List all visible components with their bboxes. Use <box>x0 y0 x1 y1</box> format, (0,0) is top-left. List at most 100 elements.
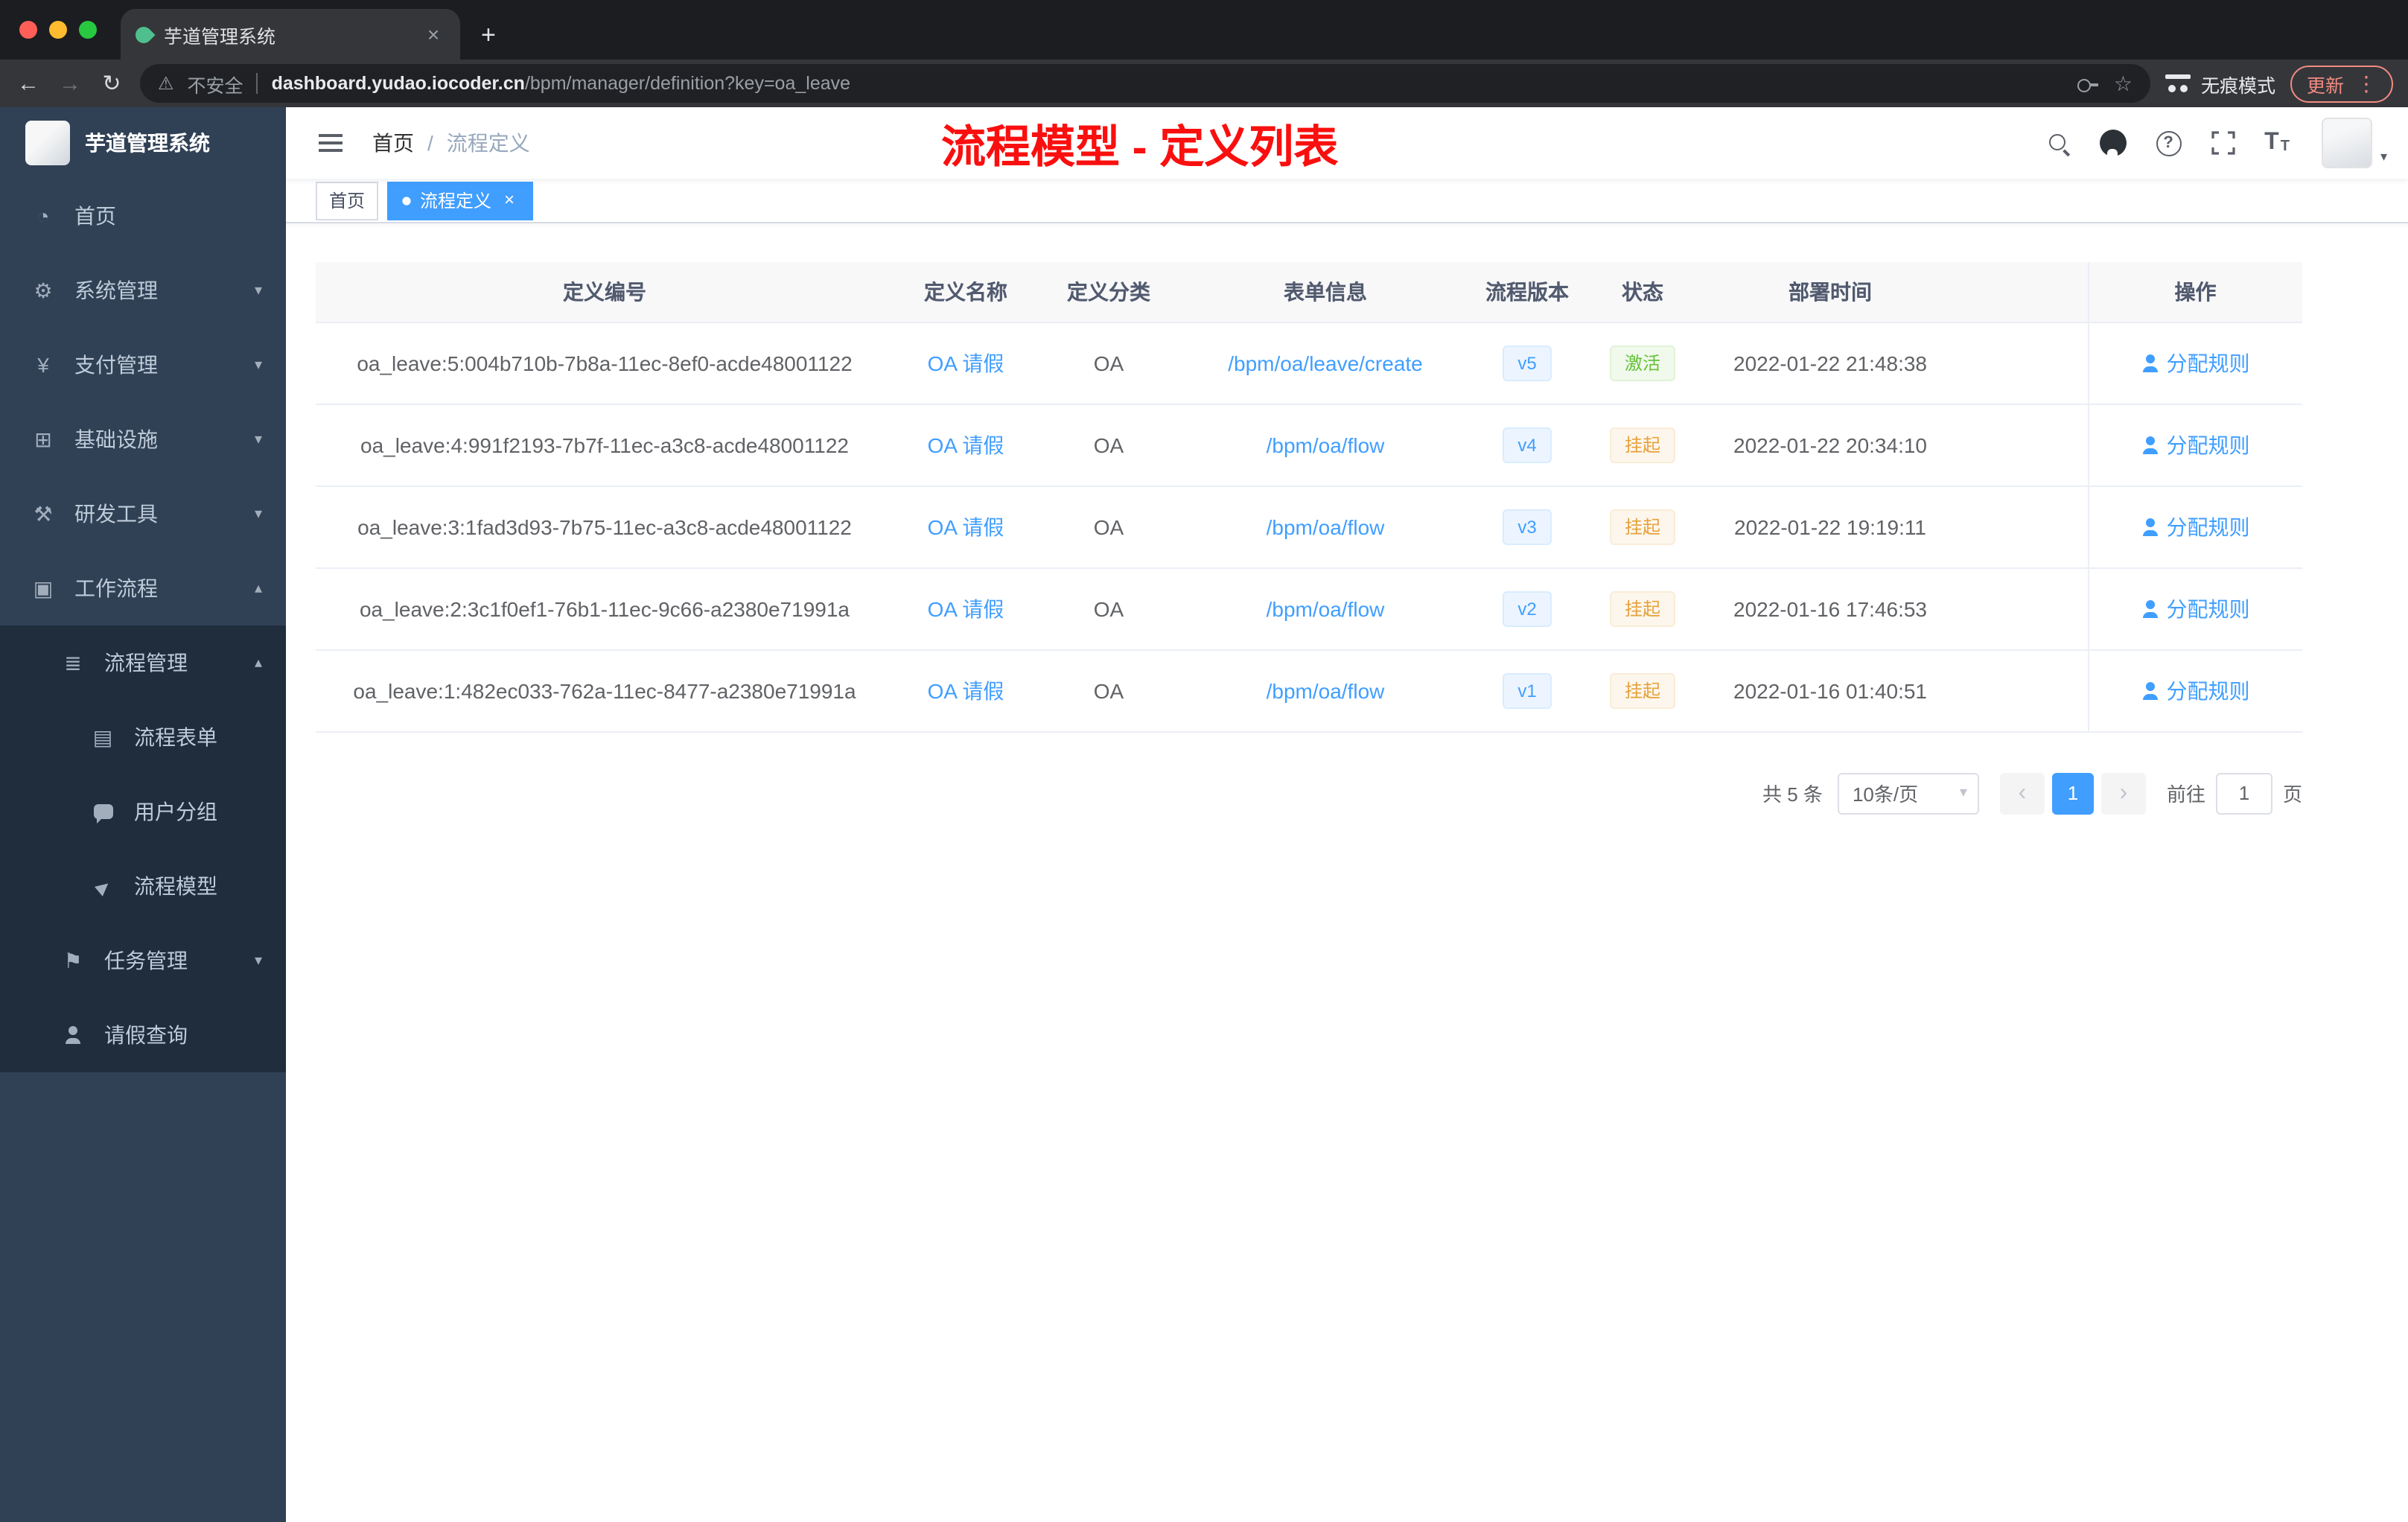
assign-rule-link[interactable]: 分配规则 <box>2141 593 2250 623</box>
form-link[interactable]: /bpm/oa/flow <box>1267 433 1385 456</box>
person-icon <box>64 1026 82 1044</box>
address-bar[interactable]: 不安全 dashboard.yudao.iocoder.cn/bpm/manag… <box>140 64 2150 103</box>
tab-favicon <box>132 22 156 46</box>
sidebar-item-system[interactable]: ⚙ 系统管理 ▾ <box>0 253 286 328</box>
page-number-1[interactable]: 1 <box>2051 772 2094 814</box>
definition-name-link[interactable]: OA 请假 <box>928 348 1004 378</box>
sidebar-logo: 芋道管理系统 <box>0 107 286 179</box>
sidebar-item-process-form[interactable]: ▤ 流程表单 <box>0 700 286 774</box>
cell-id: oa_leave:4:991f2193-7b7f-11ec-a3c8-acde4… <box>316 404 894 486</box>
definition-name-link[interactable]: OA 请假 <box>928 675 1004 705</box>
workflow-icon: ▣ <box>33 576 54 599</box>
breadcrumb-home[interactable]: 首页 <box>372 128 414 158</box>
column-header-name: 定义名称 <box>894 262 1038 322</box>
new-tab-button[interactable]: + <box>481 22 496 48</box>
browser-tab[interactable]: 芋道管理系统 <box>121 9 460 60</box>
content: 定义编号 定义名称 定义分类 表单信息 流程版本 状态 部署时间 操作 oa_leave:5:… <box>286 223 2408 1522</box>
column-header-category: 定义分类 <box>1038 262 1179 322</box>
cell-name: OA 请假 <box>894 404 1038 486</box>
fullscreen-icon[interactable] <box>2211 131 2235 155</box>
assign-rule-label: 分配规则 <box>2166 433 2250 456</box>
definition-name-link[interactable]: OA 请假 <box>928 593 1004 623</box>
prev-page-button[interactable] <box>1999 772 2045 814</box>
tags-view: 首页 流程定义 <box>286 179 2408 223</box>
status-tag: 挂起 <box>1609 672 1675 708</box>
form-link[interactable]: /bpm/oa/flow <box>1267 515 1385 538</box>
cell-id: oa_leave:2:3c1f0ef1-76b1-11ec-9c66-a2380… <box>316 567 894 650</box>
avatar[interactable] <box>2322 118 2373 168</box>
assign-rule-link[interactable]: 分配规则 <box>2141 430 2250 459</box>
sidebar-item-infrastructure[interactable]: ⊞ 基础设施 ▾ <box>0 402 286 477</box>
page-size-select[interactable]: 10条/页 <box>1837 772 1979 814</box>
user-avatar-menu[interactable] <box>2322 118 2387 168</box>
maximize-window-button[interactable] <box>79 21 97 39</box>
assign-rule-link[interactable]: 分配规则 <box>2141 512 2250 541</box>
yen-icon: ¥ <box>37 353 49 377</box>
cell-spacer <box>1958 649 2088 732</box>
help-icon[interactable] <box>2156 130 2182 156</box>
main-area: 首页 / 流程定义 流程模型 - 定义列表 ? T T ▾ 首页 流程定义 × … <box>286 107 2408 1522</box>
github-icon[interactable] <box>2099 130 2127 156</box>
assign-rule-link[interactable]: 分配规则 <box>2141 675 2250 705</box>
reload-icon[interactable] <box>98 72 125 95</box>
hamburger-icon[interactable] <box>319 134 343 152</box>
cell-action: 分配规则 <box>2087 649 2302 732</box>
security-label[interactable]: 不安全 <box>188 69 243 98</box>
sidebar-item-process-model[interactable]: ▶ 流程模型 <box>0 849 286 923</box>
sidebar-item-process-mgmt[interactable]: ≣ 流程管理 ▴ <box>0 625 286 700</box>
search-icon[interactable] <box>2047 132 2069 154</box>
sidebar-item-label: 基础设施 <box>74 427 158 451</box>
sidebar-item-user-group[interactable]: 用户分组 <box>0 774 286 849</box>
status-tag: 挂起 <box>1609 590 1675 626</box>
chevron-down-icon: ▾ <box>254 282 262 299</box>
user-icon <box>2141 354 2159 372</box>
close-window-button[interactable] <box>19 21 37 39</box>
tag-process-definition[interactable]: 流程定义 <box>387 181 534 220</box>
definition-name-link[interactable]: OA 请假 <box>928 430 1004 459</box>
sidebar-item-home[interactable]: ◔ 首页 <box>0 179 286 253</box>
back-icon[interactable] <box>15 72 42 95</box>
cell-time: 2022-01-22 19:19:11 <box>1702 485 1958 568</box>
sidebar-item-task-mgmt[interactable]: ⚑ 任务管理 ▾ <box>0 923 286 998</box>
cell-category: OA <box>1038 404 1179 486</box>
cell-time: 2022-01-16 17:46:53 <box>1702 567 1958 650</box>
minimize-window-button[interactable] <box>49 21 67 39</box>
sidebar-item-label: 请假查询 <box>104 1023 188 1047</box>
url-text[interactable]: dashboard.yudao.iocoder.cn/bpm/manager/d… <box>272 73 2063 94</box>
form-link[interactable]: /bpm/oa/flow <box>1267 596 1385 620</box>
sidebar-item-leave-query[interactable]: 请假查询 <box>0 998 286 1072</box>
cell-time: 2022-01-16 01:40:51 <box>1702 649 1958 732</box>
tag-close-icon[interactable] <box>499 190 520 211</box>
cell-action: 分配规则 <box>2087 485 2302 568</box>
cell-id: oa_leave:3:1fad3d93-7b75-11ec-a3c8-acde4… <box>316 485 894 568</box>
tab-close-icon[interactable] <box>421 22 445 46</box>
browser-update-menu-button[interactable]: 更新 <box>2290 65 2393 102</box>
sidebar-item-label: 工作流程 <box>74 576 158 600</box>
font-size-icon[interactable] <box>2264 131 2290 155</box>
sidebar-item-dev-tools[interactable]: ⚒ 研发工具 ▾ <box>0 477 286 551</box>
cell-version: v2 <box>1471 567 1583 650</box>
form-link[interactable]: /bpm/oa/leave/create <box>1228 351 1423 375</box>
definition-name-link[interactable]: OA 请假 <box>928 512 1004 541</box>
table-row-1: oa_leave:5:004b710b-7b8a-11ec-8ef0-acde4… <box>316 322 2302 404</box>
page-title-annotation: 流程模型 - 定义列表 <box>941 124 1339 173</box>
password-key-icon[interactable] <box>2077 71 2100 95</box>
forward-icon[interactable] <box>57 72 83 95</box>
sidebar-item-workflow[interactable]: ▣ 工作流程 ▴ <box>0 551 286 625</box>
chevron-up-icon: ▴ <box>254 655 262 671</box>
assign-rule-label: 分配规则 <box>2166 596 2250 620</box>
cell-form: /bpm/oa/flow <box>1179 404 1471 486</box>
next-page-button[interactable] <box>2100 772 2146 814</box>
pagination-total: 共 5 条 <box>1762 783 1823 806</box>
cell-version: v5 <box>1471 322 1583 404</box>
form-link[interactable]: /bpm/oa/flow <box>1267 678 1385 702</box>
goto-page: 前往 页 <box>2167 772 2302 814</box>
sidebar-item-payment[interactable]: ¥ 支付管理 ▾ <box>0 328 286 402</box>
assign-rule-link[interactable]: 分配规则 <box>2141 348 2250 378</box>
user-icon <box>2141 599 2159 617</box>
goto-page-input[interactable] <box>2215 772 2272 814</box>
chevron-up-icon: ▴ <box>254 580 262 596</box>
bookmark-star-icon[interactable] <box>2114 73 2133 94</box>
column-header-time: 部署时间 <box>1702 262 1958 322</box>
tag-home[interactable]: 首页 <box>316 181 379 220</box>
